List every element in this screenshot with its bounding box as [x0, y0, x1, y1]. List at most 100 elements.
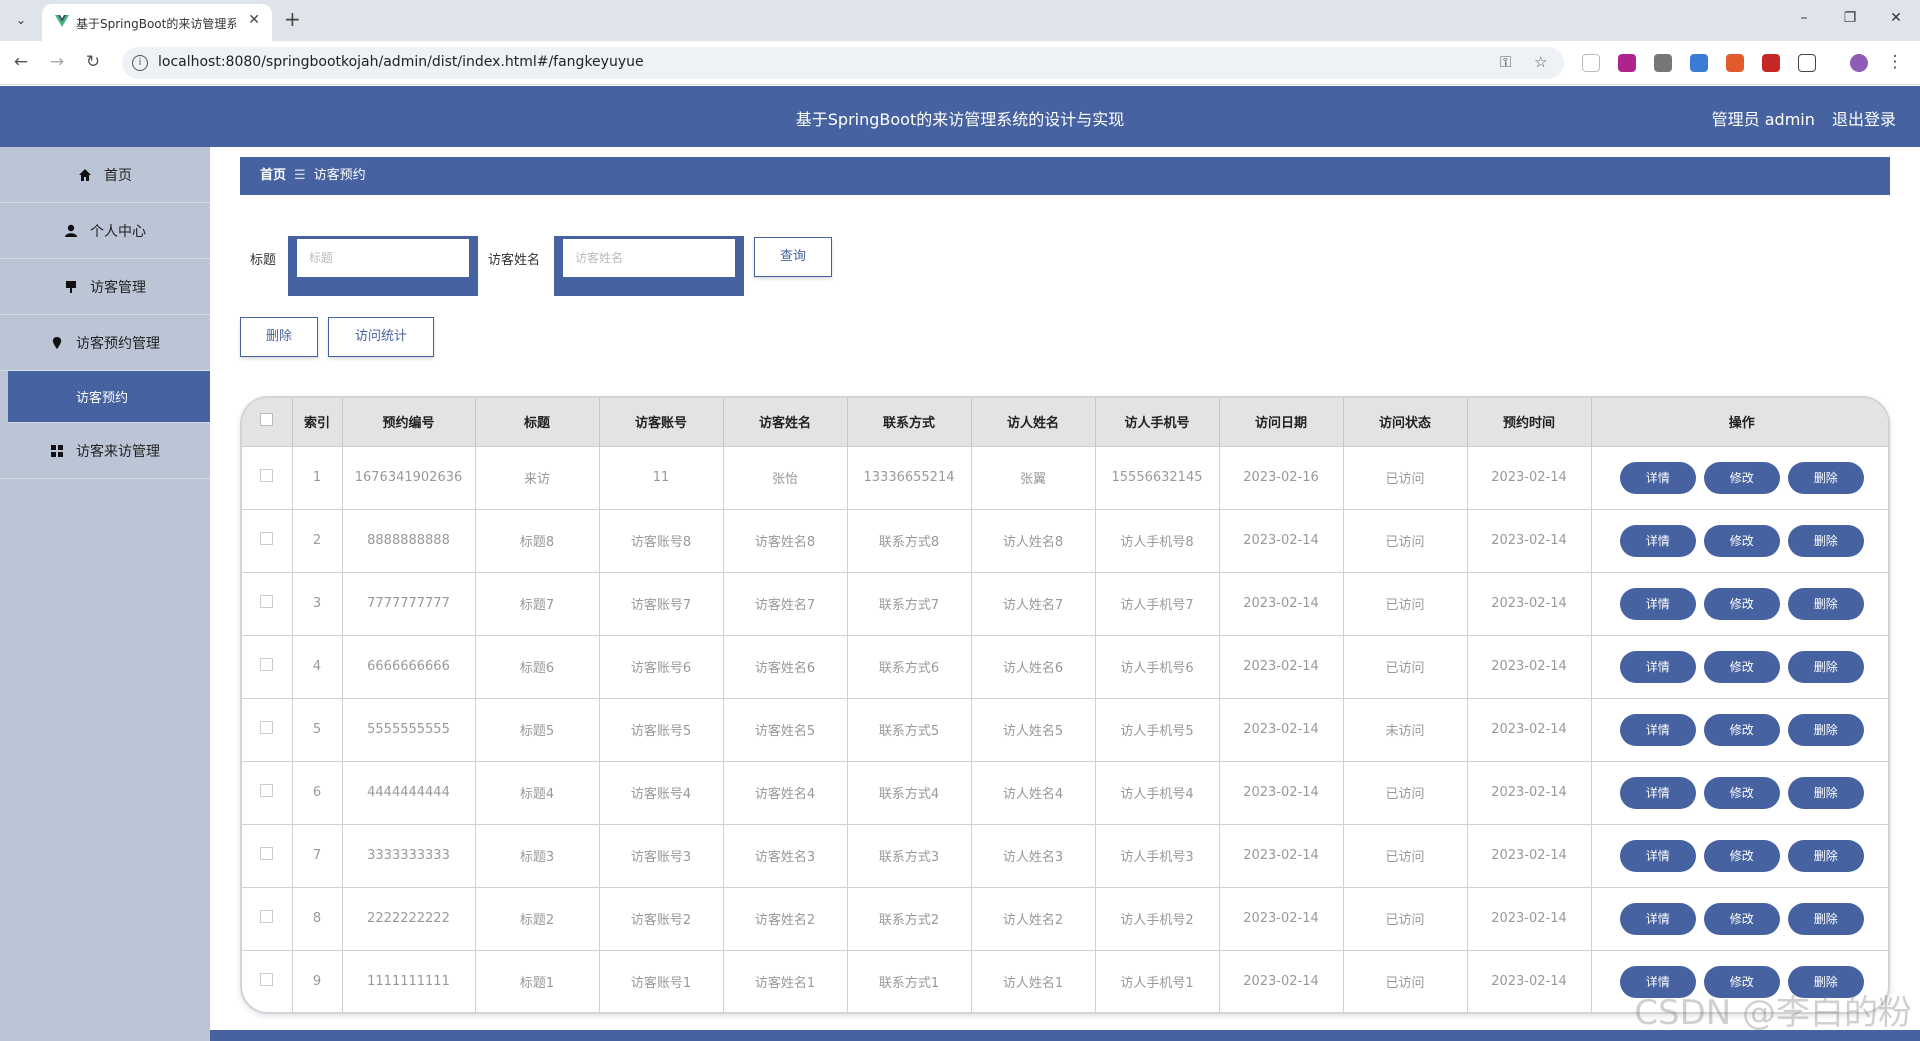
table-cell: 11 — [599, 445, 724, 509]
table-cell: 4 — [292, 634, 343, 698]
select-all-checkbox[interactable] — [260, 413, 274, 427]
breadcrumb-home[interactable]: 首页 — [260, 168, 286, 183]
row-checkbox[interactable] — [260, 847, 274, 860]
batch-delete-button[interactable]: 删除 — [240, 317, 318, 357]
edit-button[interactable]: 修改 — [1703, 461, 1780, 494]
password-key-icon[interactable]: ⚿ — [1500, 53, 1511, 71]
table-cell: 2023-02-14 — [1467, 634, 1592, 698]
sidebar-item-visits[interactable]: 访客来访管理 — [0, 423, 210, 479]
tab-search-icon[interactable]: ⌄ — [10, 9, 32, 31]
detail-button[interactable]: 详情 — [1619, 461, 1696, 494]
table-cell: 联系方式2 — [847, 886, 972, 950]
extensions-puzzle-icon[interactable] — [1798, 54, 1816, 72]
address-bar[interactable]: i localhost:8080/springbootkojah/admin/d… — [122, 47, 1564, 79]
row-checkbox[interactable] — [260, 721, 274, 734]
sidebar-item-appointment[interactable]: 访客预约管理 — [0, 315, 210, 371]
row-delete-button[interactable]: 删除 — [1787, 524, 1864, 557]
edit-button[interactable]: 修改 — [1703, 902, 1780, 935]
minimize-icon[interactable]: – — [1794, 10, 1814, 26]
row-checkbox[interactable] — [260, 973, 274, 987]
table-cell: 联系方式8 — [847, 508, 972, 572]
table-cell: 2023-02-14 — [1219, 634, 1344, 698]
extension-blue-icon[interactable] — [1690, 54, 1708, 72]
detail-button[interactable]: 详情 — [1619, 650, 1696, 683]
vue-favicon-icon — [55, 15, 69, 27]
table-cell: 访人手机号4 — [1095, 760, 1220, 824]
sidebar-item-visitor[interactable]: 访客管理 — [0, 259, 210, 315]
row-delete-button[interactable]: 删除 — [1787, 461, 1864, 494]
edit-button[interactable]: 修改 — [1703, 839, 1780, 872]
detail-button[interactable]: 详情 — [1619, 902, 1696, 935]
row-delete-button[interactable]: 删除 — [1787, 902, 1864, 935]
column-header: 访问日期 — [1219, 398, 1344, 446]
table-cell: 访客姓名7 — [723, 571, 848, 635]
window-close-icon[interactable]: ✕ — [1886, 10, 1906, 26]
profile-avatar-icon[interactable] — [1850, 54, 1868, 72]
table-cell: 2023-02-14 — [1219, 760, 1344, 824]
browser-tab[interactable]: 基于SpringBoot的来访管理系统 ✕ — [42, 4, 272, 41]
edit-button[interactable]: 修改 — [1703, 650, 1780, 683]
row-delete-button[interactable]: 删除 — [1787, 650, 1864, 683]
table-cell: 2023-02-14 — [1467, 949, 1592, 1012]
reload-icon[interactable]: ↻ — [82, 52, 104, 72]
edit-button[interactable]: 修改 — [1703, 776, 1780, 809]
bookmark-star-icon[interactable]: ☆ — [1534, 53, 1547, 71]
row-delete-button[interactable]: 删除 — [1787, 839, 1864, 872]
table-cell: 5555555555 — [342, 697, 476, 761]
row-select-cell — [242, 760, 293, 824]
visit-stats-button[interactable]: 访问统计 — [328, 317, 434, 357]
new-tab-icon[interactable]: + — [284, 8, 301, 30]
sidebar-subitem-appointment[interactable]: 访客预约 — [8, 371, 210, 423]
tab-title: 基于SpringBoot的来访管理系统 — [76, 17, 236, 31]
edit-button[interactable]: 修改 — [1703, 713, 1780, 746]
row-checkbox[interactable] — [260, 469, 274, 482]
detail-button[interactable]: 详情 — [1619, 524, 1696, 557]
extension-orange-icon[interactable] — [1726, 54, 1744, 72]
row-checkbox[interactable] — [260, 532, 274, 545]
extension-red-icon[interactable] — [1762, 54, 1780, 72]
extension-purple-icon[interactable] — [1618, 54, 1636, 72]
app-header: 基于SpringBoot的来访管理系统的设计与实现 管理员 admin 退出登录 — [0, 86, 1920, 147]
query-button[interactable]: 查询 — [754, 237, 832, 277]
detail-button[interactable]: 详情 — [1619, 776, 1696, 809]
row-delete-button[interactable]: 删除 — [1787, 587, 1864, 620]
detail-button[interactable]: 详情 — [1619, 587, 1696, 620]
title-input[interactable] — [297, 239, 469, 277]
row-checkbox[interactable] — [260, 910, 274, 923]
browser-toolbar: ← → ↻ i localhost:8080/springbootkojah/a… — [0, 41, 1920, 85]
url-text: localhost:8080/springbootkojah/admin/dis… — [158, 54, 644, 70]
edit-button[interactable]: 修改 — [1703, 587, 1780, 620]
table-cell: 联系方式4 — [847, 760, 972, 824]
table-cell: 访客账号3 — [599, 823, 724, 887]
table-cell: 张翼 — [971, 445, 1096, 509]
table-cell: 访客姓名4 — [723, 760, 848, 824]
visitor-name-input-wrap — [554, 236, 744, 296]
row-delete-button[interactable]: 删除 — [1787, 776, 1864, 809]
sidebar-item-profile[interactable]: 个人中心 — [0, 203, 210, 259]
site-info-icon[interactable]: i — [132, 55, 148, 71]
row-checkbox[interactable] — [260, 595, 274, 608]
admin-label: 管理员 admin — [1711, 110, 1815, 129]
extension-cursor-icon[interactable] — [1582, 54, 1600, 72]
column-header: 预约编号 — [342, 398, 476, 446]
sidebar-item-home[interactable]: 首页 — [0, 147, 210, 203]
row-checkbox[interactable] — [260, 658, 274, 671]
tab-close-icon[interactable]: ✕ — [248, 12, 260, 28]
select-all-header — [242, 398, 293, 446]
extension-gray-icon[interactable] — [1654, 54, 1672, 72]
edit-button[interactable]: 修改 — [1703, 524, 1780, 557]
browser-menu-icon[interactable]: ⋮ — [1884, 52, 1906, 72]
logout-link[interactable]: 退出登录 — [1832, 110, 1896, 129]
breadcrumb-separator-icon: ☰ — [294, 168, 306, 183]
row-checkbox[interactable] — [260, 784, 274, 797]
operations-cell: 详情 修改 删除 — [1591, 445, 1888, 509]
visitor-name-input[interactable] — [563, 239, 735, 277]
forward-icon[interactable]: → — [46, 52, 68, 72]
table-cell: 7777777777 — [342, 571, 476, 635]
detail-button[interactable]: 详情 — [1619, 839, 1696, 872]
table-cell: 3 — [292, 571, 343, 635]
detail-button[interactable]: 详情 — [1619, 713, 1696, 746]
row-delete-button[interactable]: 删除 — [1787, 713, 1864, 746]
restore-icon[interactable]: ❐ — [1840, 10, 1860, 26]
back-icon[interactable]: ← — [10, 52, 32, 72]
